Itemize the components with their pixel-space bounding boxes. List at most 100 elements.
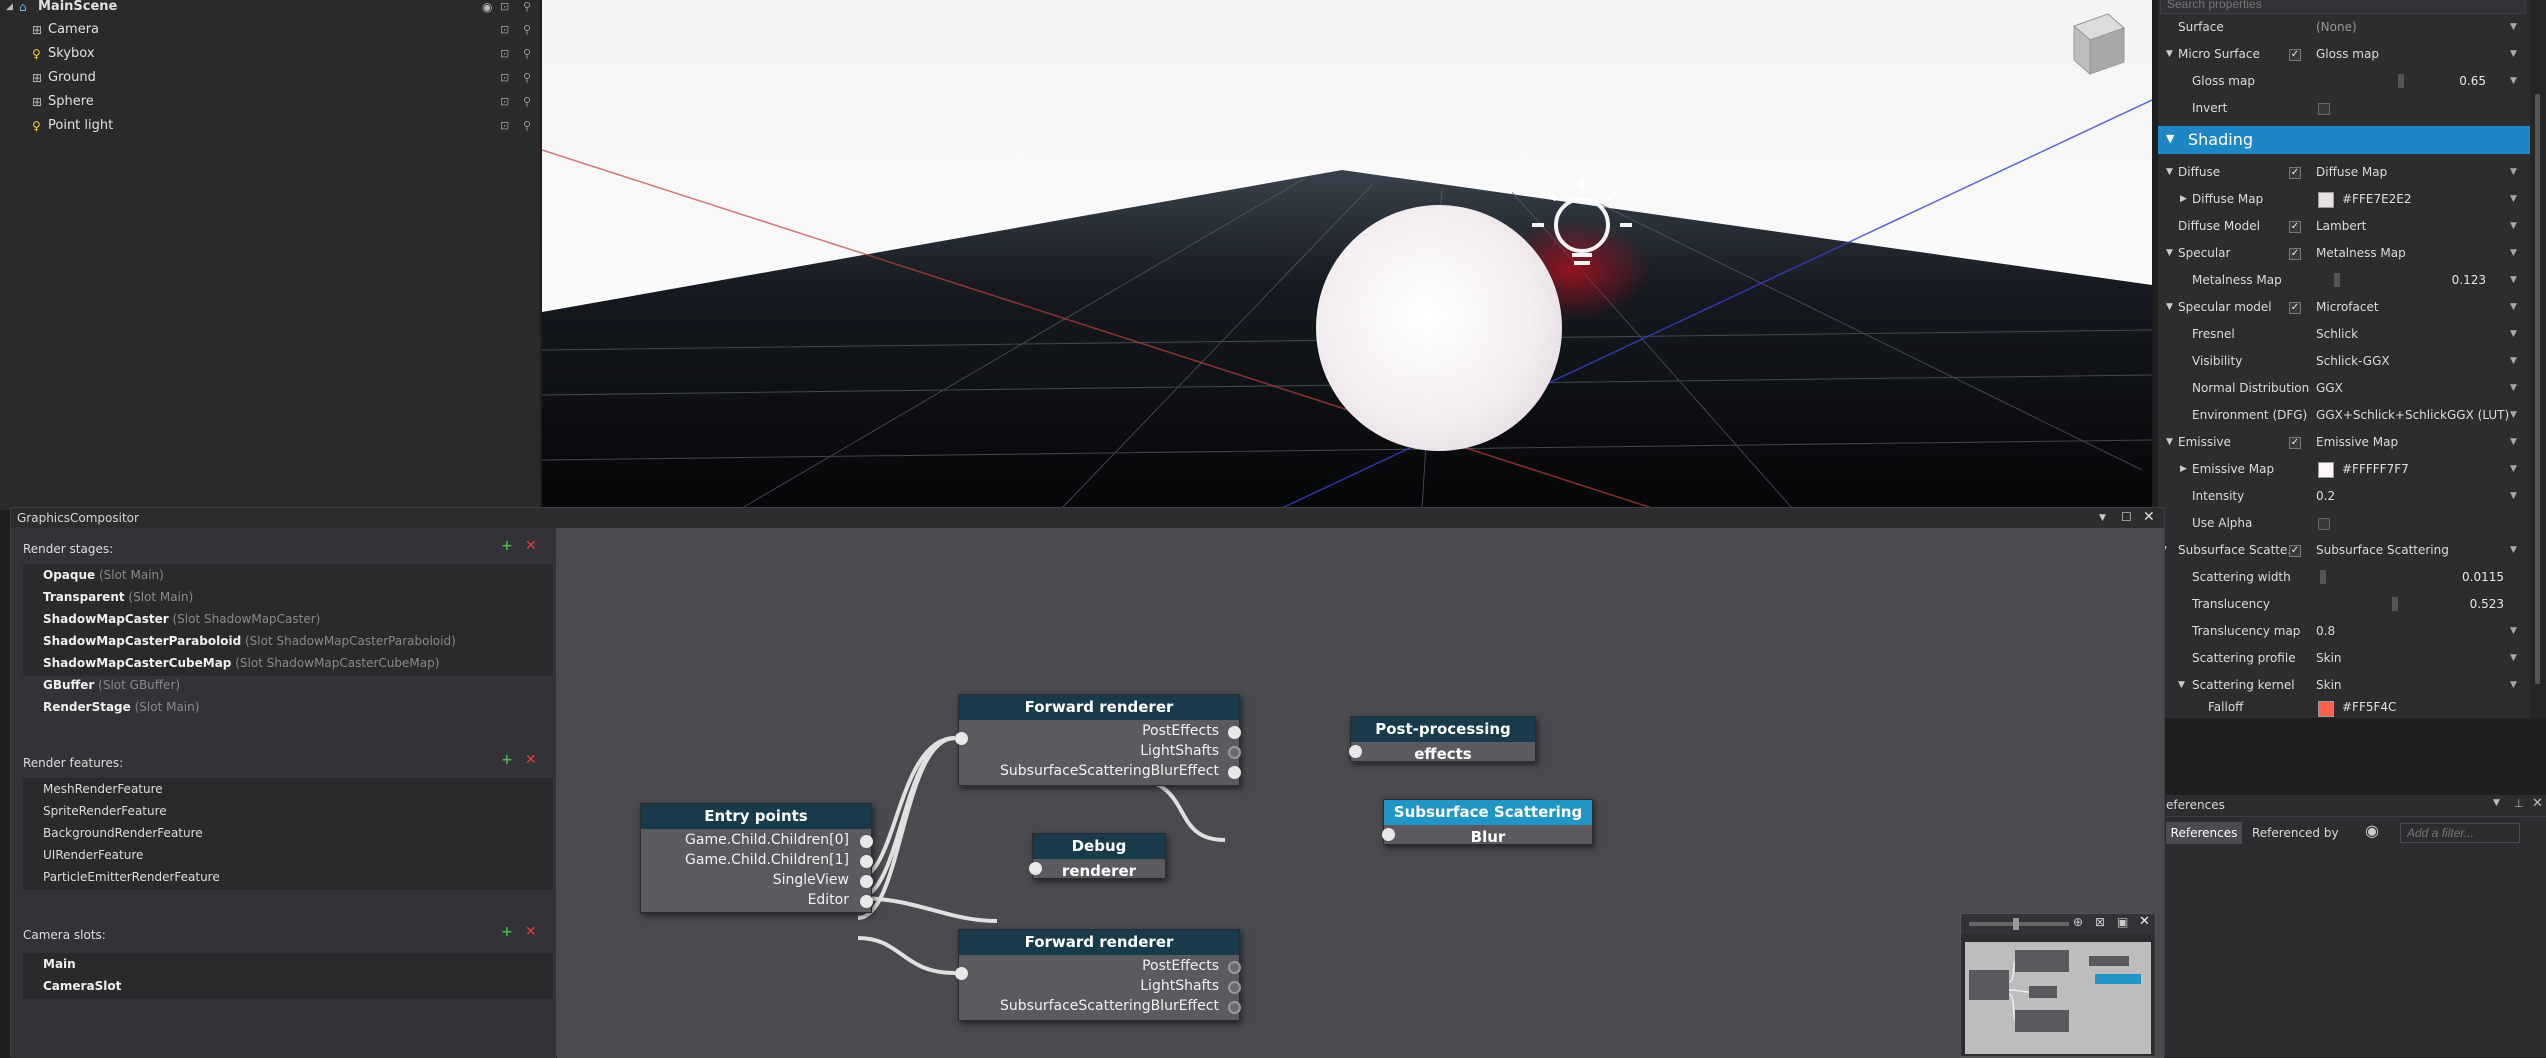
fresnel-value[interactable]: Schlick xyxy=(2316,321,2358,348)
list-item[interactable]: BackgroundRenderFeature xyxy=(43,822,203,844)
chevron-down-icon[interactable]: ▼ xyxy=(2510,402,2517,429)
minimap-viewport[interactable] xyxy=(1965,942,2151,1054)
lock-icon[interactable]: ⊡ xyxy=(500,42,509,66)
list-item[interactable]: ShadowMapCasterParaboloid (Slot ShadowMa… xyxy=(43,630,456,652)
select-icon[interactable]: ⚲ xyxy=(523,114,531,138)
output-pin[interactable] xyxy=(860,875,873,888)
remove-camera-slot-icon[interactable]: ✕ xyxy=(525,924,537,940)
surface-value[interactable]: (None) xyxy=(2316,14,2357,41)
list-item[interactable]: GBuffer (Slot GBuffer) xyxy=(43,674,180,696)
node-subsurface-scattering-blur[interactable]: Subsurface Scattering Blur xyxy=(1382,799,1593,846)
lock-icon[interactable]: ⊡ xyxy=(500,114,509,138)
node-forward-renderer-2[interactable]: Forward renderer PostEffects LightShafts… xyxy=(955,929,1241,1021)
translucency-value[interactable]: 0.523 xyxy=(2452,591,2504,618)
expand-arrow-icon[interactable]: ▶ xyxy=(2180,456,2187,483)
chevron-down-icon[interactable]: ▼ xyxy=(2510,186,2517,213)
chevron-down-icon[interactable]: ▼ xyxy=(2493,798,2500,808)
output-pin[interactable] xyxy=(1228,981,1241,994)
output-pin[interactable] xyxy=(1228,726,1241,739)
tree-item-ground[interactable]: ⊞ Ground ⊡ ⚲ xyxy=(0,66,540,90)
add-render-stage-icon[interactable]: + xyxy=(501,538,513,554)
collapse-arrow-icon[interactable]: ▼ xyxy=(2166,294,2173,321)
specular-model-checkbox[interactable]: ✓ xyxy=(2289,302,2301,314)
add-render-feature-icon[interactable]: + xyxy=(501,752,513,768)
lock-icon[interactable]: ⊡ xyxy=(500,18,509,42)
list-item[interactable]: MeshRenderFeature xyxy=(43,778,163,800)
remove-render-feature-icon[interactable]: ✕ xyxy=(525,752,537,768)
lock-icon[interactable]: ⊡ xyxy=(500,0,509,19)
diffuse-model-checkbox[interactable]: ✓ xyxy=(2289,221,2301,233)
tab-referenced-by[interactable]: Referenced by xyxy=(2252,822,2352,844)
chevron-down-icon[interactable]: ▼ xyxy=(2510,348,2517,375)
scattering-width-slider[interactable] xyxy=(2320,570,2326,584)
scattering-kernel-value[interactable]: Skin xyxy=(2316,672,2342,699)
tree-item-sphere[interactable]: ⊞ Sphere ⊡ ⚲ xyxy=(0,90,540,114)
diffuse-value[interactable]: Diffuse Map xyxy=(2316,159,2387,186)
list-item[interactable]: Main xyxy=(43,953,76,975)
translucency-map-value[interactable]: 0.8 xyxy=(2316,618,2335,645)
environment-value[interactable]: GGX+Schlick+SchlickGGX (LUT) xyxy=(2316,402,2509,429)
list-item[interactable]: SpriteRenderFeature xyxy=(43,800,167,822)
intensity-value[interactable]: 0.2 xyxy=(2316,483,2335,510)
inspector-scrollbar[interactable] xyxy=(2530,0,2546,718)
output-pin[interactable] xyxy=(860,835,873,848)
eye-icon[interactable]: ◉ xyxy=(482,0,492,19)
diffuse-checkbox[interactable]: ✓ xyxy=(2289,167,2301,179)
input-pin[interactable] xyxy=(955,967,968,980)
select-icon[interactable]: ⚲ xyxy=(523,0,531,19)
lock-icon[interactable]: ⊡ xyxy=(500,90,509,114)
chevron-down-icon[interactable]: ▼ xyxy=(2510,483,2517,510)
chevron-down-icon[interactable]: ▼ xyxy=(2510,213,2517,240)
fit-view-icon[interactable]: ⊕ xyxy=(2073,915,2083,929)
falloff-color-hex[interactable]: #FF5F4C xyxy=(2342,698,2396,716)
micro-surface-value[interactable]: Gloss map xyxy=(2316,41,2379,68)
specular-checkbox[interactable]: ✓ xyxy=(2289,248,2301,260)
visibility-value[interactable]: Schlick-GGX xyxy=(2316,348,2390,375)
chevron-down-icon[interactable]: ▼ xyxy=(2510,618,2517,645)
output-pin[interactable] xyxy=(860,895,873,908)
tree-item-point-light[interactable]: ♀ Point light ⊡ ⚲ xyxy=(0,114,540,138)
list-item[interactable]: CameraSlot xyxy=(43,975,121,997)
chevron-down-icon[interactable]: ▼ xyxy=(2510,321,2517,348)
input-pin[interactable] xyxy=(1029,862,1042,875)
compositor-graph-canvas[interactable]: Entry points Game.Child.Children[0] Game… xyxy=(557,528,2164,1058)
list-item[interactable]: ShadowMapCasterCubeMap (Slot ShadowMapCa… xyxy=(43,652,439,674)
falloff-color-swatch[interactable] xyxy=(2318,701,2334,717)
select-icon[interactable]: ⚲ xyxy=(523,18,531,42)
tab-references[interactable]: References xyxy=(2166,822,2242,844)
collapse-arrow-icon[interactable]: ▼ xyxy=(2166,41,2173,68)
output-pin[interactable] xyxy=(1228,746,1241,759)
search-properties-input[interactable] xyxy=(2160,0,2526,14)
input-pin[interactable] xyxy=(1382,828,1395,841)
output-pin[interactable] xyxy=(1228,1001,1241,1014)
shading-section-header[interactable]: ▼ Shading xyxy=(2158,126,2530,154)
lock-icon[interactable]: ⊡ xyxy=(500,66,509,90)
reference-filter-input[interactable] xyxy=(2400,823,2520,843)
chevron-down-icon[interactable]: ▼ xyxy=(2510,645,2517,672)
output-pin[interactable] xyxy=(1228,766,1241,779)
chevron-down-icon[interactable]: ▼ xyxy=(2510,41,2517,68)
filter-icon[interactable]: ◉ xyxy=(2365,821,2379,840)
emissive-checkbox[interactable]: ✓ xyxy=(2289,437,2301,449)
use-alpha-checkbox[interactable] xyxy=(2318,518,2330,530)
select-icon[interactable]: ⚲ xyxy=(523,42,531,66)
normal-distribution-value[interactable]: GGX xyxy=(2316,375,2343,402)
node-debug-renderer[interactable]: Debug renderer xyxy=(1029,833,1166,880)
scrollbar-thumb[interactable] xyxy=(2535,94,2540,684)
metalness-slider[interactable] xyxy=(2334,273,2340,287)
chevron-down-icon[interactable]: ▼ xyxy=(2510,159,2517,186)
emissive-value[interactable]: Emissive Map xyxy=(2316,429,2398,456)
zoom-slider-thumb[interactable] xyxy=(2013,918,2019,930)
add-camera-slot-icon[interactable]: + xyxy=(501,924,513,940)
collapse-arrow-icon[interactable]: ▼ xyxy=(2166,132,2174,145)
list-item[interactable]: ShadowMapCaster (Slot ShadowMapCaster) xyxy=(43,608,320,630)
chevron-down-icon[interactable]: ▼ xyxy=(2510,240,2517,267)
zoom-slider[interactable] xyxy=(1969,922,2069,926)
list-item[interactable]: Opaque (Slot Main) xyxy=(43,564,164,586)
output-pin[interactable] xyxy=(1228,961,1241,974)
output-pin[interactable] xyxy=(860,855,873,868)
select-icon[interactable]: ⚲ xyxy=(523,90,531,114)
list-item[interactable]: UIRenderFeature xyxy=(43,844,143,866)
actual-size-icon[interactable]: ⊠ xyxy=(2095,915,2105,929)
close-icon[interactable]: ✕ xyxy=(2532,796,2543,811)
